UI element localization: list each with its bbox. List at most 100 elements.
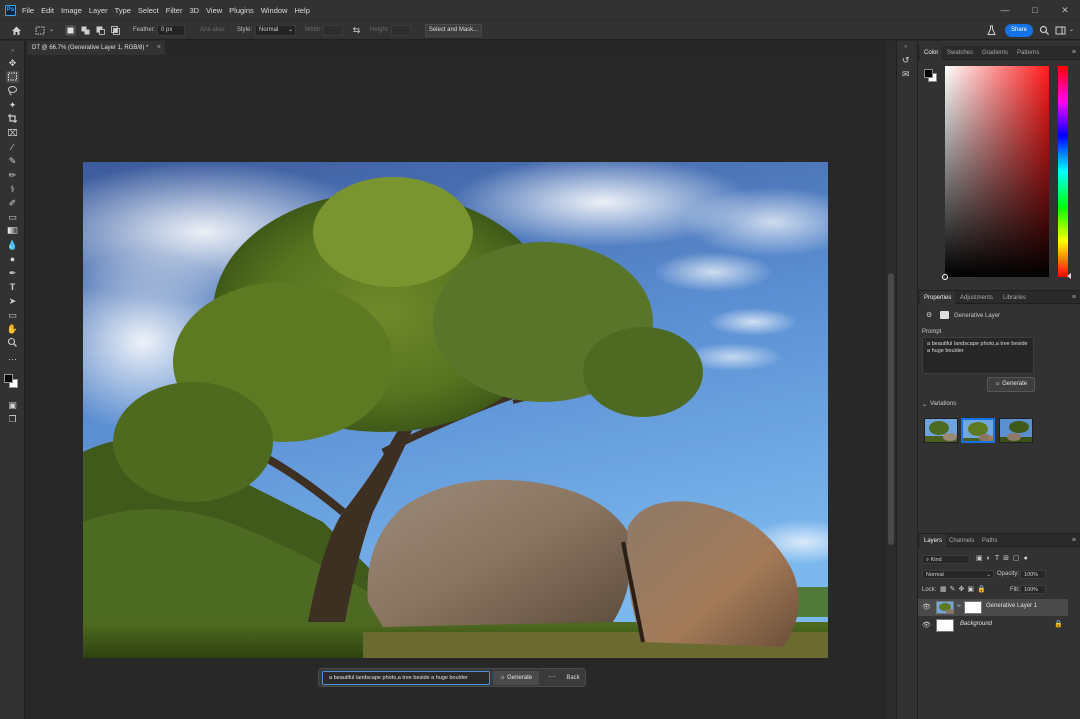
home-icon[interactable]: [11, 25, 22, 36]
select-and-mask-button[interactable]: Select and Mask...: [425, 24, 482, 37]
clone-stamp-tool-icon[interactable]: ⚕: [6, 183, 19, 195]
menu-select[interactable]: Select: [138, 6, 159, 15]
layer-mask-thumbnail[interactable]: [964, 601, 982, 614]
feather-input[interactable]: 0 px: [157, 25, 185, 36]
subtract-from-selection-icon[interactable]: [95, 25, 106, 36]
flask-icon[interactable]: [986, 25, 997, 36]
tab-gradients[interactable]: Gradients: [982, 46, 1008, 60]
pen-tool-icon[interactable]: ✒: [6, 267, 19, 279]
layer-row-generative[interactable]: 👁 ∞ Generative Layer 1: [918, 599, 1068, 616]
layer-filter-icons[interactable]: ▣◐T⊞▢●: [976, 554, 1032, 562]
photoshop-logo[interactable]: Ps: [5, 4, 16, 16]
eraser-tool-icon[interactable]: ▭: [6, 211, 19, 223]
frame-tool-icon[interactable]: ⌧: [6, 127, 19, 139]
prompt-textarea[interactable]: a beautiful landscape photo,a tree besid…: [922, 337, 1034, 374]
share-button[interactable]: Share: [1005, 24, 1033, 37]
visibility-eye-icon[interactable]: 👁: [922, 621, 931, 629]
tab-paths[interactable]: Paths: [982, 534, 997, 548]
close-window-icon[interactable]: ✕: [1050, 0, 1080, 20]
more-options-button[interactable]: ···: [545, 671, 559, 685]
intersect-selection-icon[interactable]: [110, 25, 121, 36]
spot-healing-tool-icon[interactable]: ✎: [6, 155, 19, 167]
foreground-color-picker[interactable]: [924, 69, 933, 78]
tab-layers[interactable]: Layers: [920, 534, 947, 548]
history-brush-tool-icon[interactable]: ✐: [6, 197, 19, 209]
search-icon[interactable]: [1039, 25, 1050, 36]
tab-channels[interactable]: Channels: [949, 534, 974, 548]
comments-icon[interactable]: ✉: [902, 69, 910, 80]
tab-adjustments[interactable]: Adjustments: [960, 291, 993, 305]
hue-slider[interactable]: [1058, 66, 1071, 279]
edit-toolbar-icon[interactable]: ···: [6, 353, 19, 365]
brush-tool-icon[interactable]: ✏: [6, 169, 19, 181]
document-image[interactable]: [83, 162, 828, 658]
marquee-tool-icon[interactable]: [6, 71, 19, 83]
opacity-input[interactable]: 100%: [1020, 570, 1046, 579]
menu-3d[interactable]: 3D: [189, 6, 199, 15]
blend-mode-select[interactable]: Normal ⌄: [922, 570, 994, 579]
document-tab[interactable]: DT @ 66.7% (Generative Layer 1, RGB/8) *…: [27, 41, 165, 55]
menu-help[interactable]: Help: [294, 6, 309, 15]
menu-window[interactable]: Window: [261, 6, 288, 15]
tab-properties[interactable]: Properties: [920, 291, 956, 305]
menu-filter[interactable]: Filter: [166, 6, 183, 15]
swap-dimensions-icon[interactable]: ⇆: [351, 25, 362, 36]
properties-generate-button[interactable]: ☼ Generate: [987, 377, 1035, 392]
chevron-down-icon[interactable]: ⌄: [46, 25, 57, 36]
workspace-icon[interactable]: [1055, 25, 1066, 36]
menu-edit[interactable]: Edit: [41, 6, 54, 15]
height-input[interactable]: [391, 25, 411, 36]
add-to-selection-icon[interactable]: [80, 25, 91, 36]
hamburger-icon[interactable]: ≡: [1072, 291, 1076, 305]
dodge-tool-icon[interactable]: ●: [6, 253, 19, 265]
foreground-color-swatch[interactable]: [4, 374, 13, 383]
variation-thumbnail-selected[interactable]: [961, 418, 995, 443]
object-selection-tool-icon[interactable]: ✦: [6, 99, 19, 111]
hue-slider-handle[interactable]: [1067, 273, 1071, 279]
scrollbar-thumb[interactable]: [888, 273, 894, 545]
canvas-area[interactable]: [25, 55, 886, 719]
width-input[interactable]: [323, 25, 343, 36]
properties-scrollbar[interactable]: [1070, 307, 1078, 531]
hamburger-icon[interactable]: ≡: [1072, 46, 1076, 60]
minimize-icon[interactable]: —: [990, 0, 1020, 20]
menu-file[interactable]: File: [22, 6, 34, 15]
tab-swatches[interactable]: Swatches: [947, 46, 973, 60]
link-icon[interactable]: ∞: [957, 603, 961, 609]
zoom-tool-icon[interactable]: [6, 337, 19, 349]
visibility-eye-icon[interactable]: 👁: [922, 603, 931, 611]
taskbar-prompt-input[interactable]: a beautiful landscape photo,a tree besid…: [322, 671, 490, 685]
rectangle-tool-icon[interactable]: ▭: [6, 309, 19, 321]
layer-filter-kind[interactable]: ⌕ Kind: [922, 555, 970, 564]
menu-view[interactable]: View: [206, 6, 222, 15]
collapse-toolbar-icon[interactable]: »: [6, 45, 19, 57]
lock-icons[interactable]: ▦✎✥▣🔒: [940, 585, 989, 593]
mask-icon[interactable]: [940, 311, 949, 319]
variation-thumbnail[interactable]: [924, 418, 958, 443]
layer-row-background[interactable]: 👁 Background 🔒: [918, 617, 1068, 634]
fill-input[interactable]: 100%: [1020, 585, 1046, 594]
screen-mode-icon[interactable]: ❐: [6, 413, 19, 425]
color-saturation-field[interactable]: [942, 66, 1049, 280]
color-picker-marker[interactable]: [942, 274, 948, 280]
tab-libraries[interactable]: Libraries: [1003, 291, 1026, 305]
lock-icon[interactable]: 🔒: [1054, 620, 1063, 628]
menu-type[interactable]: Type: [115, 6, 131, 15]
quick-mask-icon[interactable]: ▣: [6, 399, 19, 411]
chevron-down-icon[interactable]: ⌄: [922, 401, 927, 408]
menu-plugins[interactable]: Plugins: [229, 6, 254, 15]
gradient-tool-icon[interactable]: [6, 225, 19, 237]
antialias-checkbox-label[interactable]: Anti-alias: [200, 27, 225, 33]
eyedropper-tool-icon[interactable]: ∕: [6, 141, 19, 153]
new-selection-icon[interactable]: [65, 25, 76, 36]
taskbar-generate-button[interactable]: ☼ Generate: [493, 671, 539, 685]
chevron-down-icon[interactable]: ⌄: [1066, 25, 1077, 36]
crop-tool-icon[interactable]: [6, 113, 19, 125]
tab-color[interactable]: Color: [920, 46, 943, 60]
back-button[interactable]: Back: [564, 671, 582, 685]
style-select[interactable]: Normal ⌄: [255, 25, 296, 36]
path-selection-tool-icon[interactable]: ➤: [6, 295, 19, 307]
menu-image[interactable]: Image: [61, 6, 82, 15]
menu-layer[interactable]: Layer: [89, 6, 108, 15]
type-tool-icon[interactable]: T: [6, 281, 19, 293]
